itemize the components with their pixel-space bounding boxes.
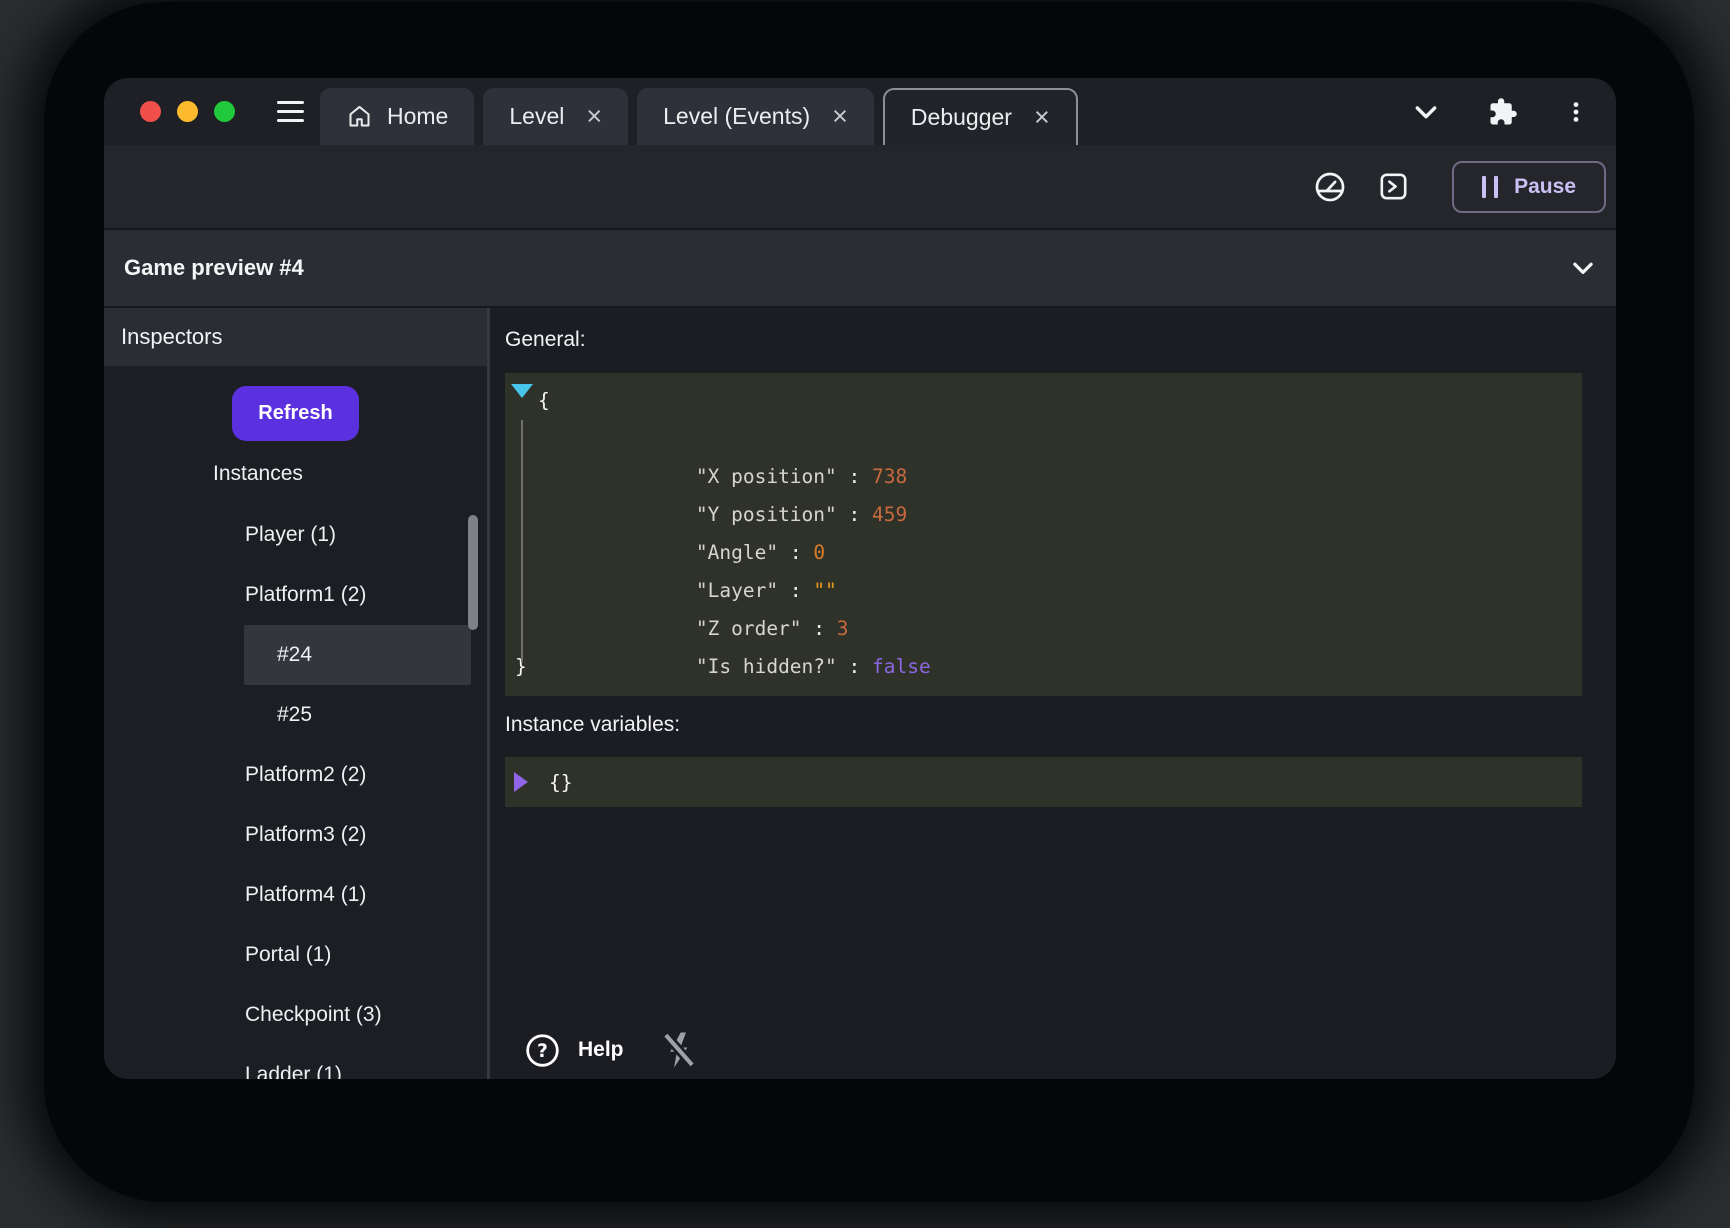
inspectors-tree-panel: Refresh Instances Player (1) Platform1 (… [104, 366, 487, 1079]
property-key: "Y position" [696, 503, 837, 526]
extensions-puzzle-icon[interactable] [1488, 97, 1518, 127]
instance-tree-item-label: Platform4 (1) [245, 883, 366, 907]
instance-tree-item[interactable]: Platform1 (2) [244, 565, 471, 625]
tab[interactable]: Level (Events) × [637, 88, 874, 145]
pause-button-label: Pause [1514, 175, 1576, 199]
question-circle-icon: ? [524, 1032, 561, 1069]
json-open-brace: { [505, 382, 1582, 420]
tree-root-instances[interactable]: Instances [104, 462, 487, 488]
pause-icon [1482, 176, 1498, 198]
tab-bar: Home Level × Level (Events) × Debugger × [320, 88, 1078, 145]
window-chevron-down-icon[interactable] [1410, 96, 1442, 128]
property-separator: : [778, 541, 813, 564]
instance-tree-item[interactable]: Player (1) [244, 505, 471, 565]
property-value: false [872, 655, 931, 678]
general-properties-panel: { "X position" : 738 "Y position" : 459 … [505, 373, 1582, 696]
console-icon[interactable] [1377, 170, 1410, 203]
zoom-window-button[interactable] [214, 101, 235, 122]
tab[interactable]: Level × [483, 88, 628, 145]
tab[interactable]: Debugger × [883, 88, 1078, 145]
instance-tree-item[interactable]: Platform2 (2) [244, 745, 471, 805]
expand-triangle-right-icon[interactable] [514, 772, 528, 792]
instance-tree-item[interactable]: Platform3 (2) [244, 805, 471, 865]
property-separator: : [778, 579, 813, 602]
instance-tree-item-label: #25 [277, 703, 312, 727]
inspector-detail-panel: General: { "X position" : 738 "Y positio… [490, 308, 1616, 1079]
indent-guide-line [521, 420, 523, 662]
tab-close-icon[interactable]: × [586, 103, 602, 130]
main-menu-icon[interactable] [277, 101, 304, 122]
tab-close-icon[interactable]: × [832, 103, 848, 130]
tab-close-icon[interactable]: × [1034, 104, 1050, 131]
pause-button[interactable]: Pause [1452, 161, 1606, 213]
property-value: 3 [837, 617, 849, 640]
sidebar-scrollbar-thumb[interactable] [468, 515, 478, 630]
property-key: "Z order" [696, 617, 802, 640]
instance-tree-item-label: Platform3 (2) [245, 823, 366, 847]
help-button-label: Help [578, 1038, 624, 1062]
app-window: Home Level × Level (Events) × Debugger × [104, 78, 1616, 1079]
profiler-speedometer-icon[interactable] [1313, 170, 1347, 204]
tab-label: Level [509, 103, 564, 130]
instance-tree-item[interactable]: #24 [244, 625, 471, 685]
instance-tree-item[interactable]: Platform4 (1) [244, 865, 471, 925]
home-icon [346, 103, 373, 130]
instance-tree-item-label: Platform2 (2) [245, 763, 366, 787]
property-separator: : [837, 655, 872, 678]
instance-tree-item[interactable]: Ladder (1) [244, 1045, 471, 1079]
tab-label: Debugger [911, 104, 1012, 131]
game-preview-selector[interactable]: Game preview #4 [104, 228, 1616, 306]
help-button[interactable]: ? Help [524, 1032, 624, 1069]
more-options-kebab-icon[interactable] [1564, 100, 1588, 124]
titlebar-actions [1410, 78, 1616, 145]
property-value: 738 [872, 465, 907, 488]
instance-tree-item[interactable]: Checkpoint (3) [244, 985, 471, 1045]
instance-tree-item-label: Platform1 (2) [245, 583, 366, 607]
property-value: 0 [813, 541, 825, 564]
inspectors-header: Inspectors [104, 308, 487, 366]
inspectors-sidebar: Inspectors Refresh Instances Player (1) … [104, 308, 490, 1079]
instance-tree-item-label: Player (1) [245, 523, 336, 547]
property-separator: : [837, 465, 872, 488]
instance-tree-item[interactable]: Portal (1) [244, 925, 471, 985]
help-row: ? Help [524, 1029, 700, 1071]
flash-off-icon[interactable] [658, 1029, 700, 1071]
game-preview-title: Game preview #4 [124, 255, 304, 281]
tab-label: Level (Events) [663, 103, 810, 130]
property-key: "Layer" [696, 579, 778, 602]
property-value: 459 [872, 503, 907, 526]
property-separator: : [837, 503, 872, 526]
traffic-lights [140, 101, 235, 122]
property-key: "Angle" [696, 541, 778, 564]
property-key: "X position" [696, 465, 837, 488]
refresh-button[interactable]: Refresh [232, 386, 359, 441]
tab[interactable]: Home [320, 88, 474, 145]
minimize-window-button[interactable] [177, 101, 198, 122]
collapse-triangle-down-icon[interactable] [511, 384, 533, 398]
preview-chevron-down-icon[interactable] [1568, 253, 1598, 283]
titlebar: Home Level × Level (Events) × Debugger × [104, 78, 1616, 145]
property-separator: : [802, 617, 837, 640]
debugger-content: Inspectors Refresh Instances Player (1) … [104, 306, 1616, 1079]
instance-tree-item-label: Portal (1) [245, 943, 331, 967]
close-window-button[interactable] [140, 101, 161, 122]
property-value: "" [813, 579, 836, 602]
instances-tree: Player (1) Platform1 (2) #24 #25 Platfor… [104, 505, 487, 1079]
debugger-toolbar: Pause [104, 145, 1616, 228]
instance-tree-item[interactable]: #25 [244, 685, 471, 745]
instance-tree-item-label: Ladder (1) [245, 1063, 342, 1079]
tab-label: Home [387, 103, 448, 130]
property-row[interactable]: "X position" : 738 [505, 420, 1582, 458]
instance-variables-value: {} [549, 771, 572, 794]
instance-variables-panel: {} [505, 757, 1582, 807]
general-section-label: General: [505, 328, 1582, 358]
property-key: "Is hidden?" [696, 655, 837, 678]
instance-tree-item-label: #24 [277, 643, 312, 667]
svg-text:?: ? [537, 1041, 548, 1062]
instance-tree-item-label: Checkpoint (3) [245, 1003, 382, 1027]
